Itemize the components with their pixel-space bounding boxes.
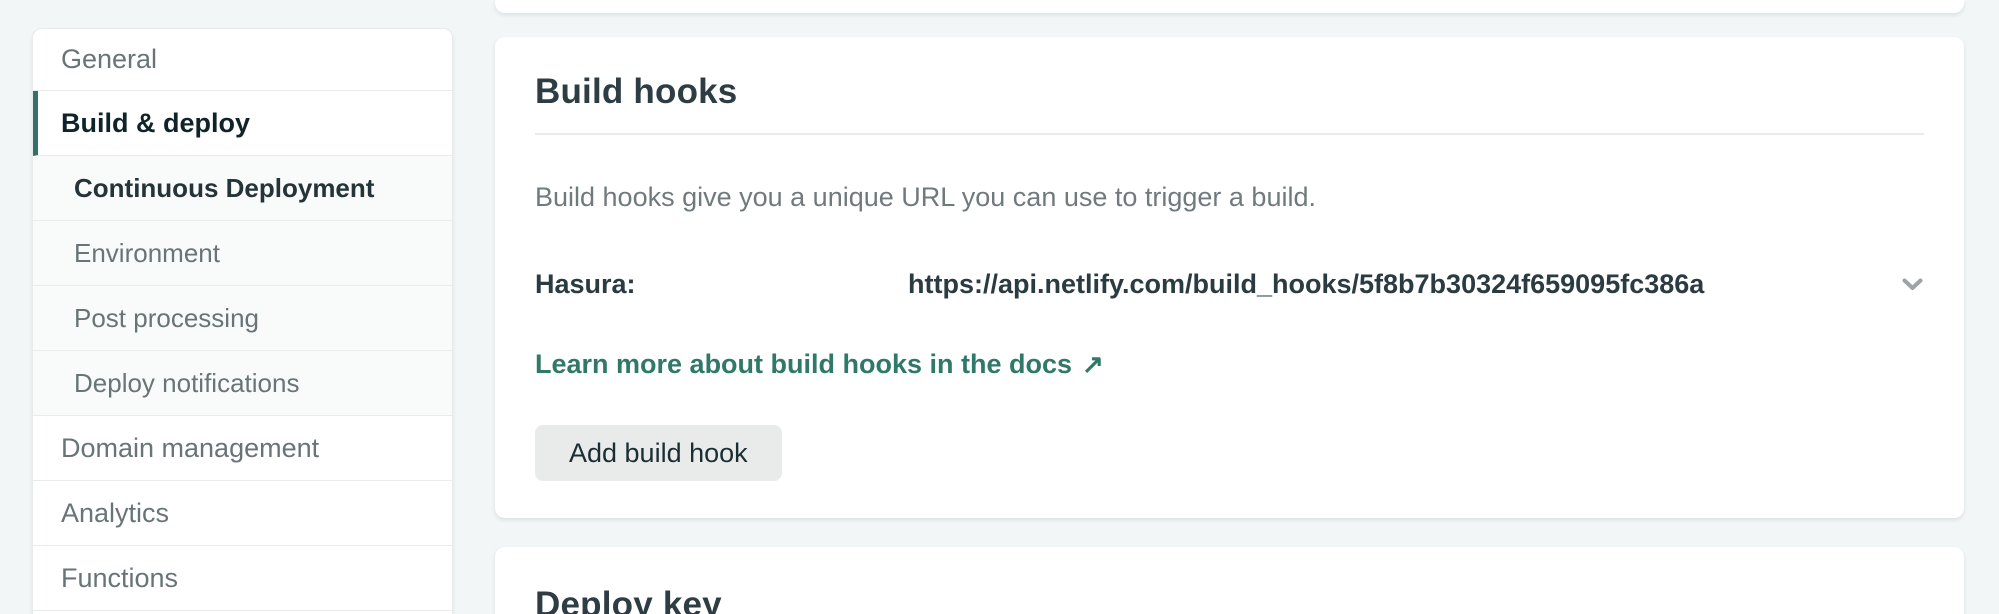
build-hook-name: Hasura: — [535, 269, 908, 300]
sidebar-item-build-deploy[interactable]: Build & deploy — [33, 91, 452, 156]
build-hook-url: https://api.netlify.com/build_hooks/5f8b… — [908, 269, 1704, 300]
deploy-key-card: Deploy key — [495, 547, 1964, 614]
sidebar-item-domain-management[interactable]: Domain management — [33, 416, 452, 481]
sidebar-item-analytics[interactable]: Analytics — [33, 481, 452, 546]
sidebar-item-environment[interactable]: Environment — [33, 221, 452, 286]
sidebar-item-deploy-notifications[interactable]: Deploy notifications — [33, 351, 452, 416]
sidebar-item-post-processing[interactable]: Post processing — [33, 286, 452, 351]
build-hooks-description: Build hooks give you a unique URL you ca… — [535, 180, 1924, 215]
docs-link-label: Learn more about build hooks in the docs — [535, 346, 1072, 382]
card-divider — [535, 133, 1924, 135]
button-row: Add build hook — [535, 425, 1924, 481]
deploy-key-title: Deploy key — [535, 584, 1924, 614]
add-build-hook-button[interactable]: Add build hook — [535, 425, 782, 481]
previous-card-bottom-edge — [495, 0, 1964, 13]
build-hooks-docs-link[interactable]: Learn more about build hooks in the docs… — [535, 346, 1104, 382]
chevron-down-icon — [1902, 278, 1923, 291]
build-hooks-card: Build hooks Build hooks give you a uniqu… — [495, 37, 1964, 518]
build-hooks-title: Build hooks — [535, 71, 1924, 113]
sidebar-item-continuous-deployment[interactable]: Continuous Deployment — [33, 156, 452, 221]
build-hook-row: Hasura: https://api.netlify.com/build_ho… — [535, 266, 1924, 302]
sidebar-item-general[interactable]: General — [33, 29, 452, 91]
build-hook-expand-button[interactable] — [1894, 266, 1930, 302]
settings-sidebar: General Build & deploy Continuous Deploy… — [32, 28, 453, 614]
settings-content: Build hooks Build hooks give you a uniqu… — [495, 0, 1964, 614]
sidebar-item-functions[interactable]: Functions — [33, 546, 452, 611]
settings-page: General Build & deploy Continuous Deploy… — [0, 0, 1999, 614]
external-link-icon: ↗ — [1082, 346, 1104, 382]
